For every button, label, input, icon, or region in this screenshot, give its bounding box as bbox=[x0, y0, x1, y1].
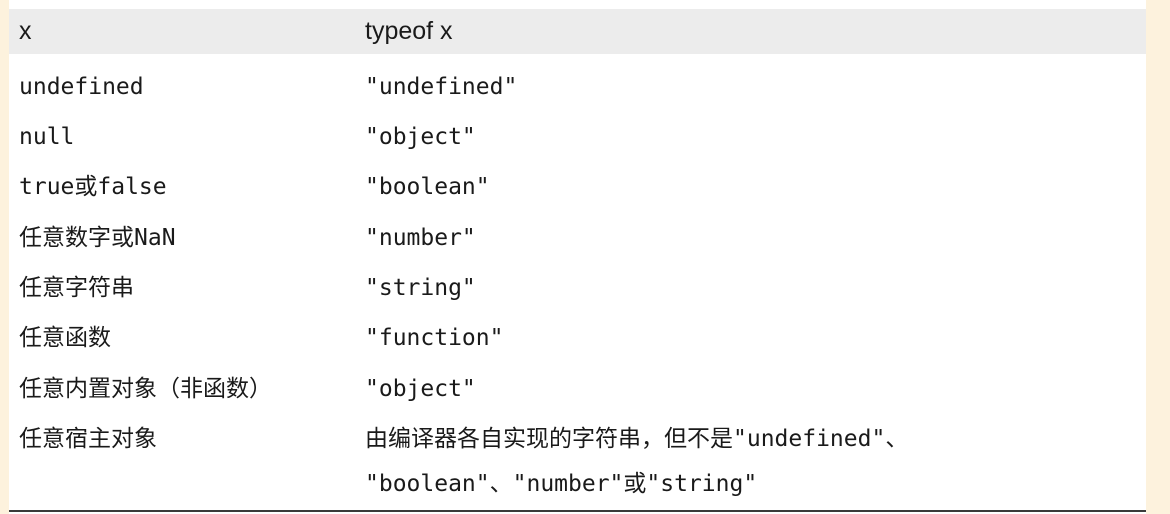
row-value: true或false bbox=[19, 174, 167, 200]
row-typeof: "boolean" bbox=[365, 174, 490, 200]
row-typeof-line: 由编译器各自实现的字符串，但不是"undefined"、 bbox=[365, 426, 909, 452]
row-value: undefined bbox=[19, 74, 144, 100]
row-typeof: "string" bbox=[365, 275, 476, 301]
row-value: 任意函数 bbox=[19, 325, 111, 351]
row-typeof: "undefined" bbox=[365, 74, 518, 100]
row-typeof: "object" bbox=[365, 124, 476, 150]
row-value: null bbox=[19, 124, 75, 150]
table-row: 任意内置对象（非函数） "object" bbox=[9, 364, 1146, 414]
table-row: 任意函数 "function" bbox=[9, 313, 1146, 363]
table-row: undefined "undefined" bbox=[9, 62, 1146, 112]
table-row: 任意字符串 "string" bbox=[9, 263, 1146, 313]
table-row: 任意宿主对象 由编译器各自实现的字符串，但不是"undefined"、 "boo… bbox=[9, 414, 1146, 509]
header-typeof: typeof x bbox=[365, 17, 453, 45]
table-row: null "object" bbox=[9, 112, 1146, 162]
row-typeof-line: "boolean"、"number"或"string" bbox=[365, 471, 758, 497]
row-value: 任意字符串 bbox=[19, 275, 134, 301]
table-row: true或false "boolean" bbox=[9, 162, 1146, 212]
typeof-table: x typeof x undefined "undefined" null "o… bbox=[9, 0, 1146, 514]
row-typeof: 由编译器各自实现的字符串，但不是"undefined"、 "boolean"、"… bbox=[365, 417, 908, 507]
table-row: 任意数字或NaN "number" bbox=[9, 213, 1146, 263]
table-header: x typeof x bbox=[9, 9, 1146, 54]
row-typeof: "function" bbox=[365, 325, 504, 351]
row-value: 任意内置对象（非函数） bbox=[19, 376, 272, 402]
row-typeof: "object" bbox=[365, 376, 476, 402]
header-x: x bbox=[19, 17, 32, 45]
row-value: 任意数字或NaN bbox=[19, 225, 176, 251]
row-value: 任意宿主对象 bbox=[19, 426, 157, 452]
table-bottom-rule bbox=[9, 510, 1146, 512]
row-typeof: "number" bbox=[365, 225, 476, 251]
